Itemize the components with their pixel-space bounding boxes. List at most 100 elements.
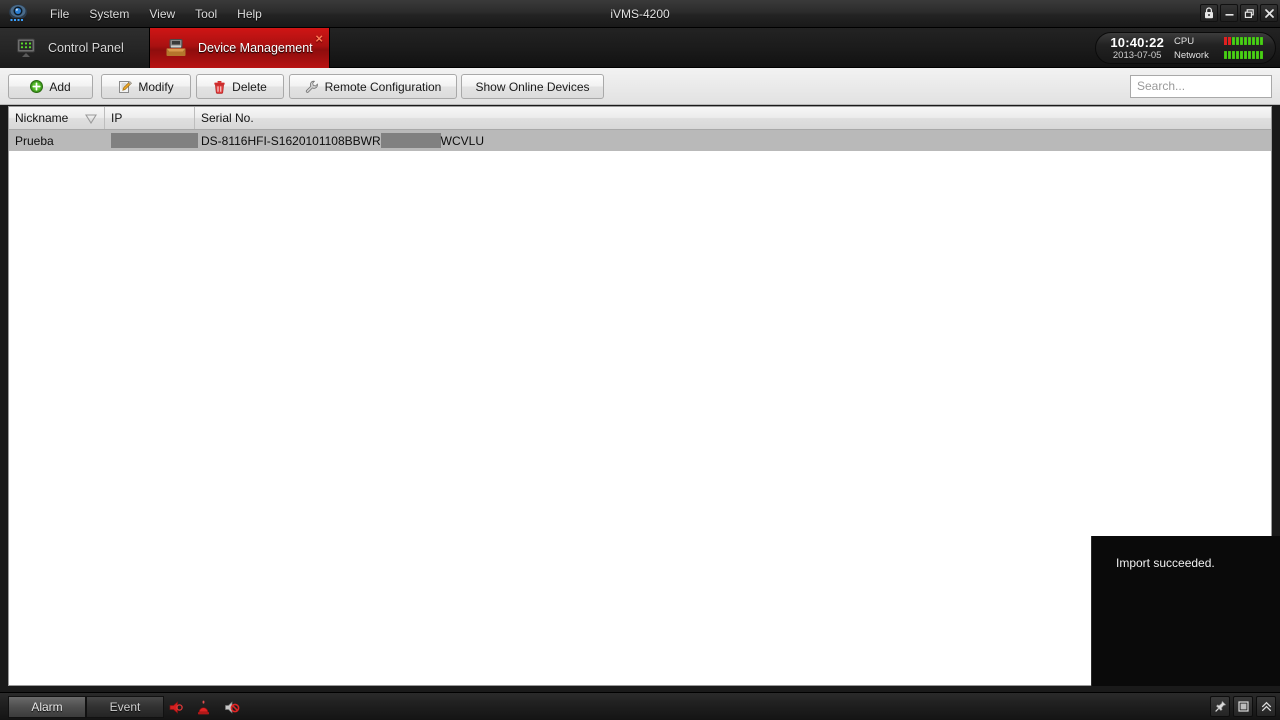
meter-segment bbox=[1236, 37, 1239, 45]
meter-segment bbox=[1228, 37, 1231, 45]
toolbar: Add Modify Delete Remote Configuration S… bbox=[0, 68, 1280, 105]
table-row[interactable]: Prueba DS-8116HFI-S1620101108BBWR WCVLU bbox=[9, 130, 1271, 151]
bottom-tab-alarm[interactable]: Alarm bbox=[8, 696, 86, 718]
ip-redaction-block bbox=[111, 133, 198, 148]
notification-message: Import succeeded. bbox=[1116, 556, 1215, 570]
add-button-label: Add bbox=[49, 79, 71, 94]
notification-panel: Import succeeded. bbox=[1091, 536, 1280, 686]
alarm-icon-group bbox=[165, 697, 241, 717]
device-management-icon bbox=[164, 36, 188, 60]
clock-date: 2013-07-05 bbox=[1112, 49, 1162, 61]
tab-close-icon[interactable]: × bbox=[315, 32, 323, 45]
menu-item-view[interactable]: View bbox=[139, 3, 185, 25]
meter-segment bbox=[1256, 37, 1259, 45]
show-online-devices-button[interactable]: Show Online Devices bbox=[461, 74, 604, 99]
alarm-siren-icon[interactable] bbox=[193, 697, 213, 717]
meter-segment bbox=[1252, 37, 1255, 45]
application-window: File System View Tool Help iVMS-4200 Con… bbox=[0, 0, 1280, 720]
meter-segment bbox=[1236, 51, 1239, 59]
sort-descending-icon bbox=[85, 113, 97, 127]
alarm-output-icon[interactable] bbox=[165, 697, 185, 717]
tab-strip: Control Panel Device Management × 10:40:… bbox=[0, 28, 1280, 68]
meter-segment bbox=[1240, 37, 1243, 45]
search-input[interactable]: Search... bbox=[1130, 75, 1272, 98]
column-header-ip-label: IP bbox=[111, 111, 123, 125]
clock: 10:40:22 2013-07-05 bbox=[1110, 36, 1164, 61]
restore-icon[interactable] bbox=[1240, 4, 1258, 22]
panel-corner-buttons bbox=[1210, 696, 1276, 717]
remote-configuration-button[interactable]: Remote Configuration bbox=[289, 74, 457, 99]
delete-button[interactable]: Delete bbox=[196, 74, 284, 99]
column-header-nickname-label: Nickname bbox=[15, 111, 69, 125]
meter-segment bbox=[1260, 51, 1263, 59]
modify-icon bbox=[118, 80, 133, 94]
meter-segment bbox=[1252, 51, 1255, 59]
cpu-meter-row: CPU bbox=[1174, 36, 1263, 47]
cell-ip bbox=[105, 130, 198, 151]
serial-no-prefix: DS-8116HFI-S1620101108BBWR bbox=[201, 133, 381, 148]
tab-control-panel-label: Control Panel bbox=[48, 41, 124, 55]
add-button[interactable]: Add bbox=[8, 74, 93, 99]
menu-item-system[interactable]: System bbox=[79, 3, 139, 25]
column-header-nickname[interactable]: Nickname bbox=[9, 107, 105, 129]
modify-button[interactable]: Modify bbox=[101, 74, 191, 99]
menu-item-help[interactable]: Help bbox=[227, 3, 272, 25]
status-cluster: 10:40:22 2013-07-05 CPU Network bbox=[1095, 32, 1276, 64]
meter-segment bbox=[1244, 51, 1247, 59]
meter-segment bbox=[1224, 51, 1227, 59]
maximize-panel-icon[interactable] bbox=[1233, 696, 1253, 717]
collapse-up-icon[interactable] bbox=[1256, 696, 1276, 717]
meter-segment bbox=[1244, 37, 1247, 45]
meter-segment bbox=[1260, 37, 1263, 45]
control-panel-icon bbox=[14, 36, 38, 60]
title-bar: File System View Tool Help iVMS-4200 bbox=[0, 0, 1280, 28]
minimize-icon[interactable] bbox=[1220, 4, 1238, 22]
tab-device-management[interactable]: Device Management × bbox=[150, 28, 330, 68]
meter-segment bbox=[1256, 51, 1259, 59]
meter-segment bbox=[1228, 51, 1231, 59]
window-controls bbox=[1200, 4, 1278, 22]
add-icon bbox=[30, 80, 44, 93]
column-header-ip[interactable]: IP bbox=[105, 107, 195, 129]
tab-strip-filler: 10:40:22 2013-07-05 CPU Network bbox=[330, 28, 1280, 68]
meter-segment bbox=[1232, 37, 1235, 45]
show-online-devices-button-label: Show Online Devices bbox=[475, 79, 590, 94]
meter-segment bbox=[1248, 37, 1251, 45]
serial-no-suffix: WCVLU bbox=[440, 133, 484, 148]
menu-item-tool[interactable]: Tool bbox=[185, 3, 227, 25]
clock-time: 10:40:22 bbox=[1110, 34, 1164, 50]
cell-nickname: Prueba bbox=[15, 133, 54, 148]
meter-segment bbox=[1224, 37, 1227, 45]
cell-serial-no: DS-8116HFI-S1620101108BBWR WCVLU bbox=[195, 130, 1271, 151]
modify-button-label: Modify bbox=[138, 79, 174, 94]
wrench-icon bbox=[305, 80, 319, 94]
delete-icon bbox=[213, 80, 226, 94]
resource-meters: CPU Network bbox=[1174, 36, 1263, 61]
meter-segment bbox=[1248, 51, 1251, 59]
app-logo-icon bbox=[4, 1, 34, 27]
serial-no-redaction-block bbox=[380, 133, 441, 148]
cpu-meter-label: CPU bbox=[1174, 35, 1195, 47]
column-header-serial-no-label: Serial No. bbox=[201, 111, 254, 125]
network-meter-label: Network bbox=[1174, 49, 1209, 61]
alarm-mute-icon[interactable] bbox=[221, 697, 241, 717]
network-meter-row: Network bbox=[1174, 50, 1263, 61]
remote-configuration-button-label: Remote Configuration bbox=[324, 79, 442, 94]
bottom-tab-event[interactable]: Event bbox=[86, 696, 164, 718]
tab-device-management-label: Device Management bbox=[198, 41, 313, 55]
network-meter bbox=[1224, 51, 1263, 59]
menu-bar: File System View Tool Help bbox=[40, 0, 272, 28]
table-header-row: Nickname IP Serial No. bbox=[9, 107, 1271, 130]
menu-item-file[interactable]: File bbox=[40, 3, 79, 25]
device-table: Nickname IP Serial No. Prueba DS-8116HFI… bbox=[8, 106, 1272, 686]
meter-segment bbox=[1232, 51, 1235, 59]
meter-segment bbox=[1240, 51, 1243, 59]
lock-icon[interactable] bbox=[1200, 4, 1218, 22]
pin-icon[interactable] bbox=[1210, 696, 1230, 717]
column-header-serial-no[interactable]: Serial No. bbox=[195, 107, 1271, 129]
tab-control-panel[interactable]: Control Panel bbox=[0, 28, 150, 68]
close-icon[interactable] bbox=[1260, 4, 1278, 22]
delete-button-label: Delete bbox=[232, 79, 267, 94]
cpu-meter bbox=[1224, 37, 1263, 45]
bottom-bar: Alarm Event bbox=[0, 692, 1280, 720]
